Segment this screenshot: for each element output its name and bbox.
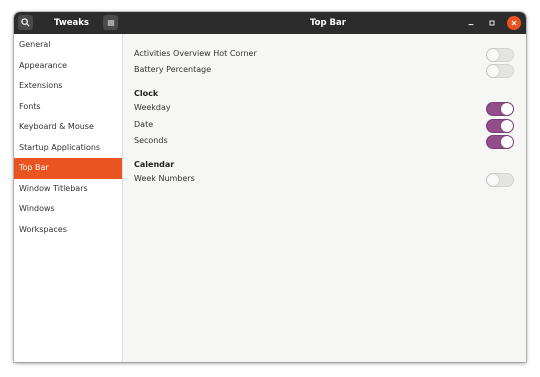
sidebar-item-window-titlebars[interactable]: Window Titlebars xyxy=(14,179,122,200)
switch-knob xyxy=(487,174,499,186)
sidebar: General Appearance Extensions Fonts Keyb… xyxy=(14,34,123,362)
switch-knob xyxy=(501,120,513,132)
maximize-icon xyxy=(489,20,495,26)
sidebar-item-workspaces[interactable]: Workspaces xyxy=(14,220,122,241)
close-button[interactable] xyxy=(507,16,521,30)
header-bar: Tweaks Top Bar xyxy=(14,12,526,34)
sidebar-item-keyboard-mouse[interactable]: Keyboard & Mouse xyxy=(14,117,122,138)
menu-button[interactable] xyxy=(103,15,118,30)
calendar-section-heading: Calendar xyxy=(134,160,175,169)
battery-percentage-switch[interactable] xyxy=(486,64,514,78)
date-switch[interactable] xyxy=(486,119,514,133)
hot-corner-switch[interactable] xyxy=(486,48,514,62)
sidebar-item-appearance[interactable]: Appearance xyxy=(14,56,122,77)
weekday-switch[interactable] xyxy=(486,102,514,116)
battery-percentage-label: Battery Percentage xyxy=(134,65,212,74)
maximize-button[interactable] xyxy=(485,16,499,30)
sidebar-item-general[interactable]: General xyxy=(14,35,122,56)
seconds-switch[interactable] xyxy=(486,135,514,149)
switch-knob xyxy=(501,103,513,115)
sidebar-item-startup-applications[interactable]: Startup Applications xyxy=(14,138,122,159)
seconds-label: Seconds xyxy=(134,136,168,145)
weekday-label: Weekday xyxy=(134,103,171,112)
search-button[interactable] xyxy=(18,15,33,30)
app-title: Tweaks xyxy=(54,18,89,28)
minimize-icon xyxy=(468,24,474,26)
hot-corner-label: Activities Overview Hot Corner xyxy=(134,49,257,58)
sidebar-item-extensions[interactable]: Extensions xyxy=(14,76,122,97)
clock-section-heading: Clock xyxy=(134,89,159,98)
close-icon xyxy=(511,20,517,26)
switch-knob xyxy=(487,49,499,61)
week-numbers-label: Week Numbers xyxy=(134,174,195,183)
sidebar-item-top-bar[interactable]: Top Bar xyxy=(14,158,122,179)
hamburger-menu-icon xyxy=(107,20,114,25)
tweaks-window: Tweaks Top Bar General Appearance Extens… xyxy=(14,12,526,362)
search-icon xyxy=(21,18,30,27)
sidebar-item-windows[interactable]: Windows xyxy=(14,199,122,220)
page-title: Top Bar xyxy=(310,18,346,28)
sidebar-item-fonts[interactable]: Fonts xyxy=(14,97,122,118)
minimize-button[interactable] xyxy=(464,16,478,30)
week-numbers-switch[interactable] xyxy=(486,173,514,187)
switch-knob xyxy=(501,136,513,148)
switch-knob xyxy=(487,65,499,77)
settings-panel: Activities Overview Hot Corner Battery P… xyxy=(123,34,526,362)
date-label: Date xyxy=(134,120,154,129)
